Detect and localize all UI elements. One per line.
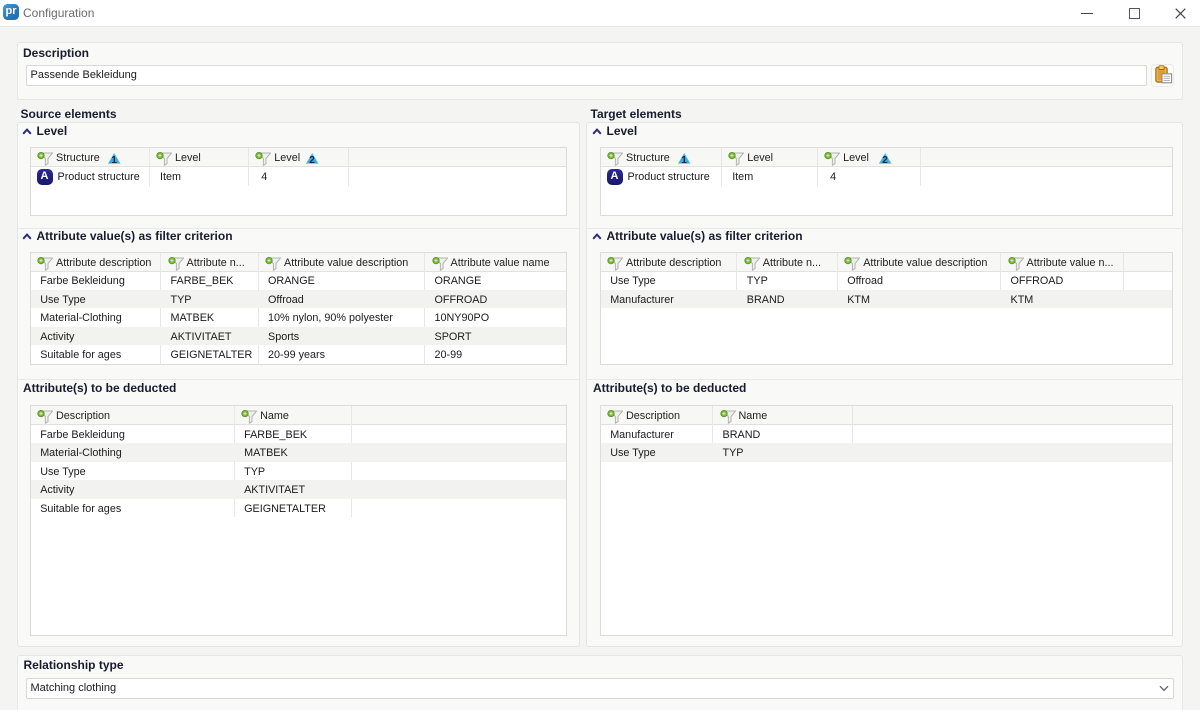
svg-text:2: 2 <box>882 154 888 163</box>
svg-text:1: 1 <box>681 154 687 163</box>
svg-text:1: 1 <box>111 154 117 163</box>
svg-text:2: 2 <box>309 154 315 163</box>
